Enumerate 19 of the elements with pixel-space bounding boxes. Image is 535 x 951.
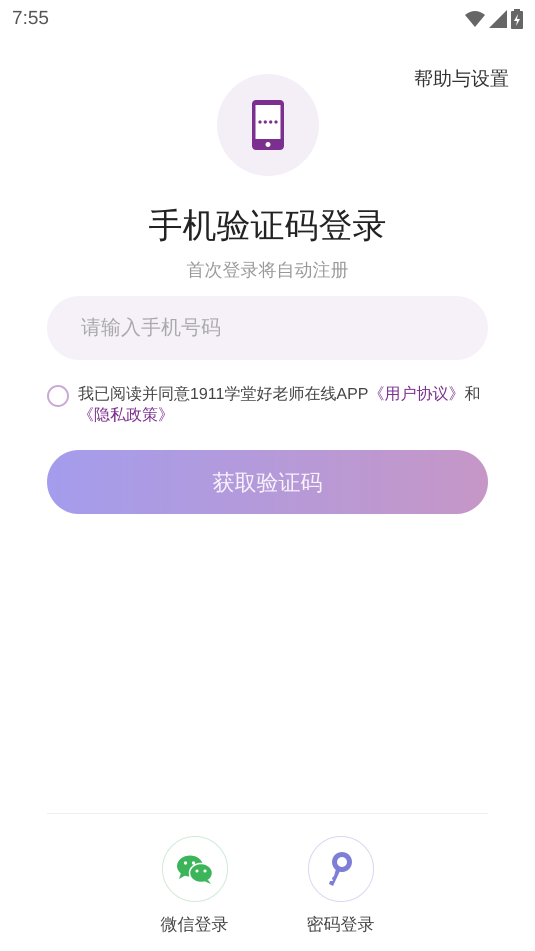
page-title: 手机验证码登录 <box>148 206 388 246</box>
agreement-link[interactable]: 《用户协议》 <box>368 386 464 403</box>
key-icon <box>328 850 354 886</box>
status-time: 7:55 <box>12 6 49 31</box>
chat-bubbles-icon <box>176 854 214 884</box>
signal-icon <box>489 10 507 28</box>
page-subtitle: 首次登录将自动注册 <box>186 259 350 282</box>
agreement-link[interactable]: 《隐私政策》 <box>78 407 174 424</box>
login-label: 微信登录 <box>160 914 228 936</box>
help-settings-link[interactable]: 帮助与设置 <box>414 66 509 92</box>
phone-input-field[interactable]: 请输入手机号码 <box>47 296 488 360</box>
wifi-icon <box>465 11 485 27</box>
agreement-text: 我已阅读并同意1911学堂好老师在线APP《用户协议》和 《隐私政策》 <box>78 384 482 426</box>
password-login-button[interactable]: 密码登录 <box>306 836 374 937</box>
login-label: 密码登录 <box>306 914 374 936</box>
phone-icon <box>252 100 284 150</box>
battery-icon <box>511 9 523 29</box>
wechat-login-button[interactable]: 微信登录 <box>160 836 228 937</box>
agreement-checkbox[interactable] <box>47 385 69 407</box>
